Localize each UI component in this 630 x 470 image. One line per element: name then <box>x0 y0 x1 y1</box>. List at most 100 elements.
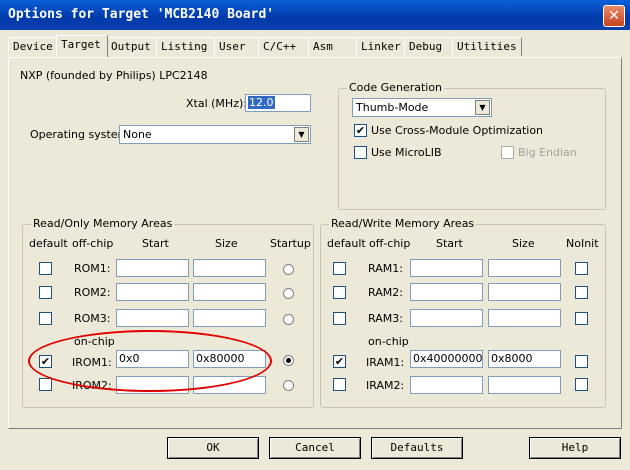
ram1-default-checkbox[interactable] <box>333 262 346 275</box>
rw-header-start: Start <box>436 237 463 250</box>
check-icon: ✔ <box>355 124 366 137</box>
microlib-checkbox[interactable] <box>354 146 367 159</box>
tab-linker[interactable]: Linker <box>356 37 410 56</box>
ro-header-default: default <box>29 237 68 250</box>
rom1-start-input[interactable] <box>116 259 189 277</box>
ro-header-startup: Startup <box>270 237 311 250</box>
irom2-label: IROM2: <box>72 379 112 392</box>
big-endian-checkbox <box>501 146 514 159</box>
iram1-size-input[interactable]: 0x8000 <box>488 350 561 368</box>
ram3-noinit-checkbox[interactable] <box>575 312 588 325</box>
ram3-size-input[interactable] <box>488 309 561 327</box>
rw-header-size: Size <box>512 237 535 250</box>
rom3-startup-radio[interactable] <box>283 314 294 325</box>
big-endian-label: Big Endian <box>518 146 577 159</box>
ram3-start-input[interactable] <box>410 309 483 327</box>
rw-memory-legend: Read/Write Memory Areas <box>329 217 477 230</box>
os-select[interactable]: None ▼ <box>119 125 311 144</box>
ro-memory-legend: Read/Only Memory Areas <box>31 217 175 230</box>
ram1-start-input[interactable] <box>410 259 483 277</box>
code-mode-value: Thumb-Mode <box>356 101 429 114</box>
rom1-startup-radio[interactable] <box>283 264 294 275</box>
cross-module-checkbox[interactable]: ✔ <box>354 124 367 137</box>
irom1-start-input[interactable]: 0x0 <box>116 350 189 368</box>
irom1-default-checkbox[interactable]: ✔ <box>39 355 52 368</box>
iram1-label: IRAM1: <box>366 356 405 369</box>
irom1-startup-radio[interactable] <box>283 355 294 366</box>
ok-button[interactable]: OK <box>167 437 259 459</box>
close-icon: ✕ <box>608 8 620 24</box>
ram2-noinit-checkbox[interactable] <box>575 286 588 299</box>
help-button[interactable]: Help <box>529 437 621 459</box>
rom3-size-input[interactable] <box>193 309 266 327</box>
device-name: NXP (founded by Philips) LPC2148 <box>20 69 208 82</box>
check-icon: ✔ <box>334 355 345 368</box>
iram2-label: IRAM2: <box>366 379 405 392</box>
window-title: Options for Target 'MCB2140 Board' <box>8 7 275 22</box>
ro-onchip-label: on-chip <box>74 335 115 348</box>
code-mode-select[interactable]: Thumb-Mode ▼ <box>352 98 492 117</box>
ram2-default-checkbox[interactable] <box>333 286 346 299</box>
ro-header-size: Size <box>215 237 238 250</box>
iram2-size-input[interactable] <box>488 376 561 394</box>
irom2-start-input[interactable] <box>116 376 189 394</box>
tab-asm[interactable]: Asm <box>308 37 358 56</box>
close-button[interactable]: ✕ <box>603 5 625 27</box>
ro-header-start: Start <box>142 237 169 250</box>
tab-listing[interactable]: Listing <box>156 37 218 56</box>
chevron-down-icon: ▼ <box>475 100 490 115</box>
rom2-size-input[interactable] <box>193 283 266 301</box>
iram1-default-checkbox[interactable]: ✔ <box>333 355 346 368</box>
irom2-startup-radio[interactable] <box>283 380 294 391</box>
ram2-label: RAM2: <box>368 286 403 299</box>
xtal-input[interactable]: 12.0 <box>245 94 311 112</box>
rom1-default-checkbox[interactable] <box>39 262 52 275</box>
xtal-label: Xtal (MHz): <box>186 97 247 110</box>
ram1-noinit-checkbox[interactable] <box>575 262 588 275</box>
cancel-button[interactable]: Cancel <box>269 437 361 459</box>
tab-user[interactable]: User <box>214 37 262 56</box>
defaults-button[interactable]: Defaults <box>371 437 463 459</box>
rom2-label: ROM2: <box>74 286 111 299</box>
rw-header-offchip: off-chip <box>369 237 411 250</box>
iram2-default-checkbox[interactable] <box>333 378 346 391</box>
ram2-start-input[interactable] <box>410 283 483 301</box>
rom2-start-input[interactable] <box>116 283 189 301</box>
iram1-noinit-checkbox[interactable] <box>575 355 588 368</box>
ro-header-offchip: off-chip <box>72 237 114 250</box>
rom3-default-checkbox[interactable] <box>39 312 52 325</box>
tab-device[interactable]: Device <box>8 37 58 56</box>
tab-utilities[interactable]: Utilities <box>452 37 522 56</box>
tab-cpp[interactable]: C/C++ <box>258 37 314 56</box>
rom1-label: ROM1: <box>74 262 111 275</box>
chevron-down-icon: ▼ <box>294 127 309 142</box>
irom1-label: IROM1: <box>72 356 112 369</box>
ram3-label: RAM3: <box>368 312 403 325</box>
ram3-default-checkbox[interactable] <box>333 312 346 325</box>
iram2-noinit-checkbox[interactable] <box>575 378 588 391</box>
xtal-value: 12.0 <box>248 96 275 109</box>
rom2-default-checkbox[interactable] <box>39 286 52 299</box>
tab-target[interactable]: Target <box>56 35 108 57</box>
rw-header-default: default <box>327 237 366 250</box>
ram2-size-input[interactable] <box>488 283 561 301</box>
rw-header-noinit: NoInit <box>566 237 599 250</box>
ram1-label: RAM1: <box>368 262 403 275</box>
tab-debug[interactable]: Debug <box>404 37 454 56</box>
rom3-start-input[interactable] <box>116 309 189 327</box>
tab-output[interactable]: Output <box>106 37 158 56</box>
iram1-start-input[interactable]: 0x40000000 <box>410 350 483 368</box>
rom1-size-input[interactable] <box>193 259 266 277</box>
microlib-label: Use MicroLIB <box>371 146 442 159</box>
code-generation-legend: Code Generation <box>347 81 445 94</box>
rom2-startup-radio[interactable] <box>283 288 294 299</box>
os-label: Operating system: <box>30 128 132 141</box>
rw-onchip-label: on-chip <box>368 335 409 348</box>
ram1-size-input[interactable] <box>488 259 561 277</box>
irom2-default-checkbox[interactable] <box>39 378 52 391</box>
check-icon: ✔ <box>40 355 51 368</box>
irom2-size-input[interactable] <box>193 376 266 394</box>
os-value: None <box>123 128 152 141</box>
iram2-start-input[interactable] <box>410 376 483 394</box>
irom1-size-input[interactable]: 0x80000 <box>193 350 266 368</box>
